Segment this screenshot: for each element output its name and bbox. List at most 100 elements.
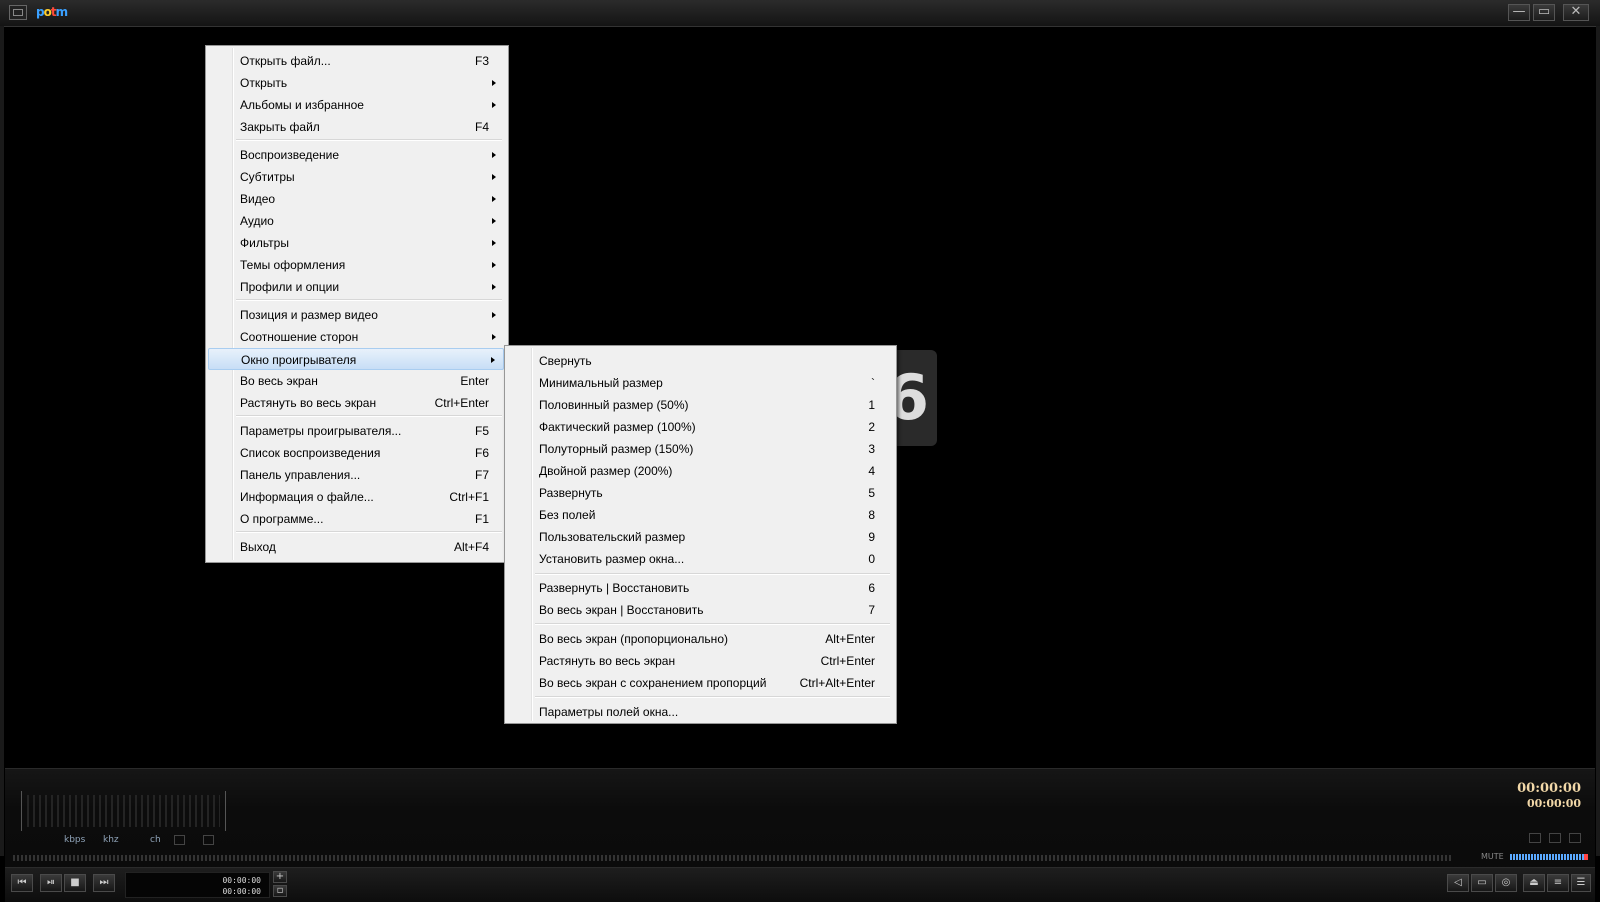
main-menu-item[interactable]: О программе... F1 xyxy=(208,508,504,530)
menu-item-label: Воспроизведение xyxy=(240,148,340,162)
submenu-item[interactable]: Половинный размер (50%) 1 xyxy=(507,394,892,416)
menu-item-label: Растянуть во весь экран xyxy=(240,396,377,410)
next-icon[interactable]: ⏭ xyxy=(93,874,115,892)
previous-icon[interactable]: ⏮ xyxy=(11,874,33,892)
menu-item-label: Полуторный размер (150%) xyxy=(539,442,694,456)
subtitles-icon[interactable]: ▭ xyxy=(1471,874,1493,892)
submenu-item[interactable]: Во весь экран | Восстановить 7 xyxy=(507,599,892,621)
maximize-button[interactable]: ▭ xyxy=(1533,4,1555,21)
submenu-item[interactable]: Параметры полей окна... xyxy=(507,701,892,723)
main-menu-item[interactable]: Открыть xyxy=(208,72,504,94)
frame-icon[interactable]: ▫ xyxy=(273,885,287,897)
main-menu-item[interactable]: Темы оформления xyxy=(208,254,504,276)
main-menu-item[interactable]: Растянуть во весь экран Ctrl+Enter xyxy=(208,392,504,414)
play-pause-icon[interactable]: ⏯ xyxy=(40,874,62,892)
b-toggle-icon[interactable] xyxy=(203,835,214,845)
system-menu-icon[interactable] xyxy=(9,5,27,20)
menu-icon[interactable]: ☰ xyxy=(1571,874,1591,892)
main-menu-item[interactable]: Профили и опции xyxy=(208,276,504,298)
close-button[interactable]: ✕ xyxy=(1563,4,1589,21)
main-menu-item[interactable]: Видео xyxy=(208,188,504,210)
main-menu-item[interactable]: Информация о файле... Ctrl+F1 xyxy=(208,486,504,508)
current-time: 00:00:00 xyxy=(1526,797,1581,810)
speaker-icon[interactable]: ◁ xyxy=(1447,874,1469,892)
equalizer-bars xyxy=(27,795,220,827)
main-menu-item[interactable]: Во весь экран Enter xyxy=(208,370,504,392)
eject-icon[interactable]: ⏏ xyxy=(1523,874,1545,892)
main-menu-item[interactable]: Воспроизведение xyxy=(208,144,504,166)
submenu-item[interactable]: Полуторный размер (150%) 3 xyxy=(507,438,892,460)
menu-item-label: Во весь экран (пропорционально) xyxy=(539,632,728,646)
panel-option-icon[interactable] xyxy=(1529,833,1541,843)
menu-item-label: Развернуть xyxy=(539,486,603,500)
menu-separator xyxy=(535,623,890,625)
minimize-button[interactable]: — xyxy=(1508,4,1530,21)
main-menu-item[interactable]: Соотношение сторон xyxy=(208,326,504,348)
kbps-label: kbps xyxy=(64,835,86,845)
main-menu-item[interactable]: Закрыть файл F4 xyxy=(208,116,504,138)
repeat-icon[interactable] xyxy=(188,835,199,845)
menu-item-label: Профили и опции xyxy=(240,280,340,294)
submenu-item[interactable]: Установить размер окна... 0 xyxy=(507,548,892,570)
menu-item-label: Позиция и размер видео xyxy=(240,308,378,322)
main-menu-item[interactable]: Субтитры xyxy=(208,166,504,188)
main-menu-item[interactable]: Аудио xyxy=(208,210,504,232)
menu-item-label: Список воспроизведения xyxy=(240,446,381,460)
3d-icon[interactable]: ◎ xyxy=(1495,874,1517,892)
mute-label[interactable]: MUTE xyxy=(1481,852,1504,861)
submenu-arrow-icon xyxy=(492,152,496,158)
menu-item-label: Двойной размер (200%) xyxy=(539,464,673,478)
submenu-item[interactable]: Без полей 8 xyxy=(507,504,892,526)
seek-bar[interactable] xyxy=(13,855,1453,861)
submenu-arrow-icon xyxy=(492,196,496,202)
menu-item-shortcut: 9 xyxy=(868,530,875,544)
player-window-submenu: Свернуть Минимальный размер ` Половинный ра… xyxy=(504,345,897,724)
submenu-item[interactable]: Фактический размер (100%) 2 xyxy=(507,416,892,438)
shuffle-icon[interactable] xyxy=(1549,833,1561,843)
menu-item-shortcut: Enter xyxy=(460,374,489,388)
volume-slider[interactable] xyxy=(1510,854,1588,860)
menu-item-label: Выход xyxy=(240,540,276,554)
menu-separator xyxy=(236,531,502,533)
menu-item-label: Во весь экран | Восстановить xyxy=(539,603,704,617)
submenu-item[interactable]: Пользовательский размер 9 xyxy=(507,526,892,548)
khz-label: khz xyxy=(103,835,119,845)
submenu-item[interactable]: Развернуть 5 xyxy=(507,482,892,504)
main-menu-item[interactable]: Окно проигрывателя xyxy=(208,348,504,370)
menu-separator xyxy=(236,139,502,141)
submenu-item[interactable]: Свернуть xyxy=(507,350,892,372)
expand-icon[interactable]: + xyxy=(273,871,287,883)
control-panel: kbps khz ch 00:00:00 00:00:00 MUTE ⏮ ⏯ ■… xyxy=(5,768,1595,902)
menu-item-shortcut: Ctrl+Enter xyxy=(820,654,875,668)
main-menu-item[interactable]: Открыть файл... F3 xyxy=(208,50,504,72)
main-menu-item[interactable]: Параметры проигрывателя... F5 xyxy=(208,420,504,442)
main-menu-item[interactable]: Список воспроизведения F6 xyxy=(208,442,504,464)
time-display: 00:00:00 00:00:00 xyxy=(125,872,270,898)
submenu-item[interactable]: Минимальный размер ` xyxy=(507,372,892,394)
submenu-item[interactable]: Во весь экран (пропорционально) Alt+Enter xyxy=(507,628,892,650)
menu-item-label: Субтитры xyxy=(240,170,295,184)
submenu-item[interactable]: Растянуть во весь экран Ctrl+Enter xyxy=(507,650,892,672)
a-toggle-icon[interactable] xyxy=(174,835,185,845)
submenu-item[interactable]: Во весь экран с сохранением пропорций Ctr… xyxy=(507,672,892,694)
menu-item-label: О программе... xyxy=(240,512,324,526)
main-menu-item[interactable]: Альбомы и избранное xyxy=(208,94,504,116)
menu-item-label: Во весь экран с сохранением пропорций xyxy=(539,676,767,690)
menu-item-shortcut: F5 xyxy=(474,424,489,438)
menu-item-shortcut: 5 xyxy=(868,486,875,500)
menu-item-shortcut: 0 xyxy=(868,552,875,566)
playlist-icon[interactable]: ≡ xyxy=(1547,874,1569,892)
main-context-menu: Открыть файл... F3 Открыть Альбомы и избран… xyxy=(205,45,509,563)
main-menu-item[interactable]: Фильтры xyxy=(208,232,504,254)
submenu-item[interactable]: Двойной размер (200%) 4 xyxy=(507,460,892,482)
submenu-item[interactable]: Развернуть | Восстановить 6 xyxy=(507,577,892,599)
menu-item-label: Развернуть | Восстановить xyxy=(539,581,690,595)
menu-item-label: Закрыть файл xyxy=(240,120,320,134)
main-menu-item[interactable]: Панель управления... F7 xyxy=(208,464,504,486)
settings-icon[interactable] xyxy=(1569,833,1581,843)
stop-icon[interactable]: ■ xyxy=(64,874,86,892)
main-menu-item[interactable]: Позиция и размер видео xyxy=(208,304,504,326)
menu-item-label: Панель управления... xyxy=(240,468,361,482)
main-menu-item[interactable]: Выход Alt+F4 xyxy=(208,536,504,558)
menu-item-shortcut: Ctrl+Alt+Enter xyxy=(799,676,875,690)
